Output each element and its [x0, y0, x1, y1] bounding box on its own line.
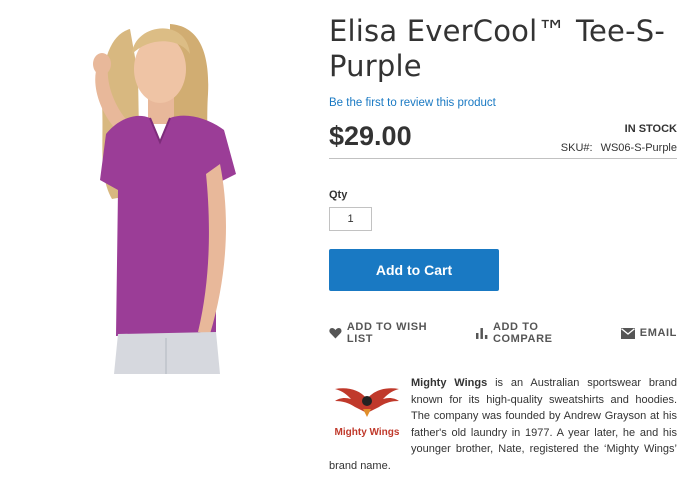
compare-icon	[476, 328, 488, 339]
product-actions: ADD TO WISH LIST ADD TO COMPARE EMAIL	[329, 321, 677, 345]
add-to-cart-button[interactable]: Add to Cart	[329, 249, 499, 291]
logo-text: Mighty Wings	[335, 427, 400, 438]
envelope-icon	[620, 327, 635, 339]
heart-icon	[329, 328, 342, 339]
price-row: $29.00 IN STOCK SKU#: WS06-S-Purple	[329, 119, 677, 159]
brand-description: Mighty Wings Mighty Wings is an Australi…	[329, 375, 677, 474]
add-to-wishlist-link[interactable]: ADD TO WISH LIST	[329, 321, 456, 345]
brand-logo: Mighty Wings	[329, 379, 405, 445]
sku-label: SKU#:	[560, 142, 593, 154]
email-link[interactable]: EMAIL	[620, 327, 677, 339]
product-title: Elisa EverCool™ Tee-S-Purple	[329, 14, 666, 83]
qty-input[interactable]	[329, 207, 372, 231]
product-info: Elisa EverCool™ Tee-S-Purple Be the firs…	[329, 14, 677, 345]
review-link[interactable]: Be the first to review this product	[329, 97, 677, 109]
wings-logo-icon: Mighty Wings	[335, 388, 400, 438]
product-image[interactable]	[60, 14, 270, 374]
sku-value: WS06-S-Purple	[600, 142, 677, 154]
compare-label: ADD TO COMPARE	[492, 321, 553, 345]
qty-label: Qty	[329, 189, 348, 201]
email-label: EMAIL	[639, 327, 677, 339]
product-price: $29.00	[329, 121, 412, 151]
wishlist-label: ADD TO WISH LIST	[346, 321, 428, 345]
add-to-compare-link[interactable]: ADD TO COMPARE	[476, 321, 601, 345]
sku: SKU#: WS06-S-Purple	[561, 142, 677, 154]
product-photo	[93, 24, 236, 374]
stock-status: IN STOCK	[624, 123, 677, 135]
brand-name: Mighty Wings	[411, 377, 488, 389]
